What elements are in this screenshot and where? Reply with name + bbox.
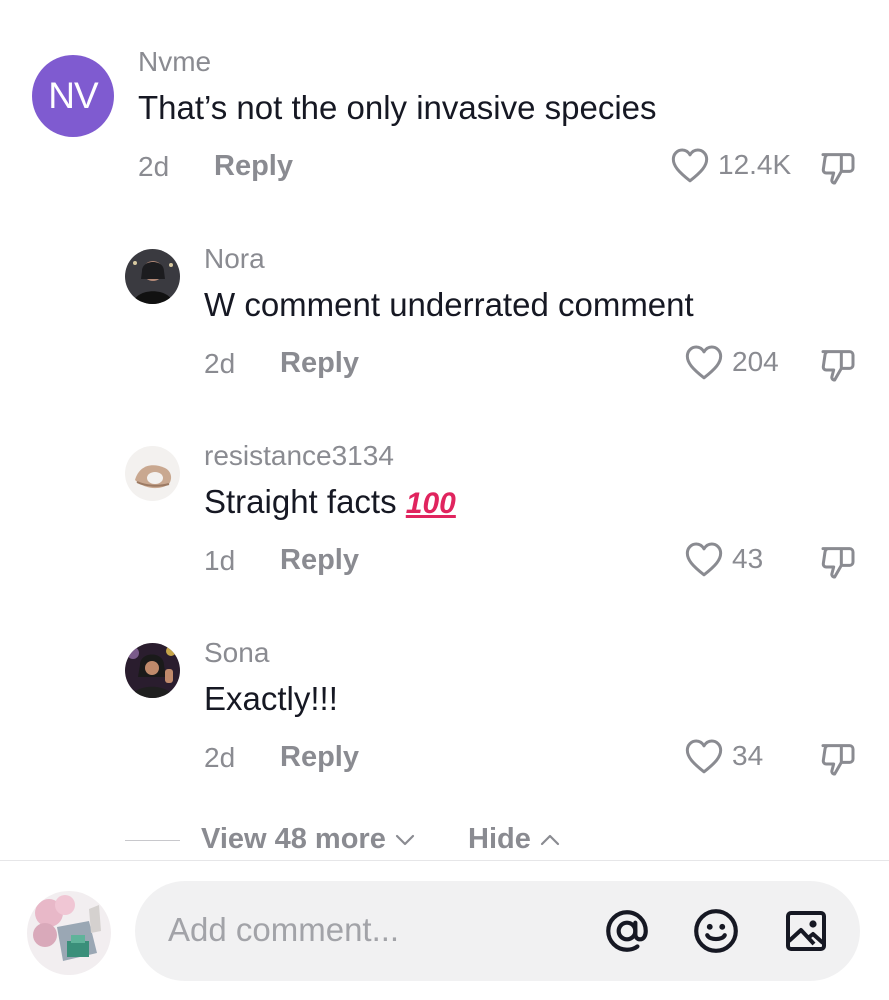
profile-photo	[27, 891, 111, 975]
heart-icon	[685, 542, 723, 577]
thread-controls: View 48 more Hide	[0, 820, 889, 860]
comment-text: Exactly!!!	[204, 680, 338, 717]
comment-input[interactable]: Add comment...	[135, 881, 860, 981]
thumbs-down-icon	[821, 744, 855, 776]
comment-age: 2d	[204, 742, 236, 773]
current-user-avatar[interactable]	[27, 891, 111, 975]
heart-icon	[685, 345, 723, 380]
thumbs-down-icon	[821, 350, 855, 382]
reply-button[interactable]: Reply	[280, 741, 359, 774]
like-count: 34	[732, 740, 764, 771]
comment-username[interactable]: Sona	[204, 637, 269, 669]
comment-text-body: Straight facts	[204, 483, 397, 520]
avatar[interactable]	[125, 643, 180, 698]
dislike-button[interactable]	[818, 542, 858, 587]
heart-icon	[685, 739, 723, 774]
hide-label: Hide	[468, 823, 531, 855]
emoji-icon	[694, 909, 738, 953]
comment-sona: Sona Exactly!!! 2d Reply 34	[0, 0, 889, 776]
comment-input-placeholder: Add comment...	[168, 911, 400, 948]
profile-photo	[125, 643, 180, 698]
avatar[interactable]	[125, 446, 180, 501]
like-button[interactable]: 34	[684, 737, 763, 775]
chevron-down-icon	[395, 834, 414, 845]
thumbs-down-icon	[821, 547, 855, 579]
view-more-label: View 48 more	[201, 823, 386, 855]
comment-username[interactable]: Nora	[204, 243, 265, 275]
view-more-replies-button[interactable]: View 48 more	[201, 823, 416, 856]
reply-button[interactable]: Reply	[280, 544, 359, 577]
comment-text: W comment underrated comment	[204, 286, 694, 323]
dislike-button[interactable]	[818, 739, 858, 784]
comment-age: 1d	[204, 545, 236, 576]
hide-replies-button[interactable]: Hide	[468, 823, 561, 856]
like-count: 204	[732, 346, 779, 377]
hundred-points-emoji: 100	[405, 487, 456, 520]
profile-photo	[125, 446, 180, 501]
divider-line	[125, 840, 180, 841]
mention-button[interactable]	[601, 905, 653, 957]
comment-text: Straight facts 100	[204, 483, 456, 521]
image-icon	[786, 911, 826, 951]
comment-username[interactable]: resistance3134	[204, 440, 394, 472]
like-button[interactable]: 43	[684, 540, 763, 578]
composer-divider	[0, 860, 889, 861]
image-upload-button[interactable]	[780, 905, 832, 957]
profile-photo	[125, 249, 180, 304]
like-count: 43	[732, 543, 764, 574]
reply-button[interactable]: Reply	[280, 347, 359, 380]
comment-age: 2d	[204, 348, 236, 379]
chevron-up-icon	[540, 834, 559, 845]
avatar[interactable]	[125, 249, 180, 304]
like-button[interactable]: 204	[684, 343, 779, 381]
at-mention-icon	[606, 910, 648, 952]
emoji-button[interactable]	[690, 905, 742, 957]
dislike-button[interactable]	[818, 345, 858, 390]
